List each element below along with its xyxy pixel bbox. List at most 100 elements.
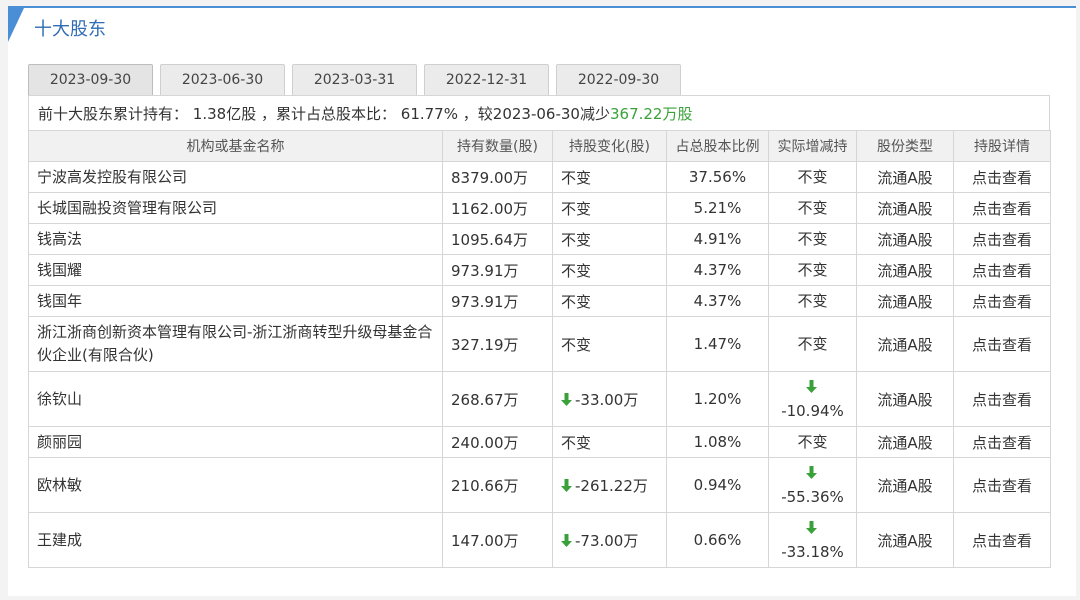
arrow-down-icon (561, 478, 572, 492)
tab-2023-09-30[interactable]: 2023-09-30 (28, 64, 153, 96)
detail-link[interactable]: 点击查看 (953, 457, 1051, 513)
header-detail: 持股详情 (953, 130, 1051, 162)
detail-link[interactable]: 点击查看 (953, 512, 1051, 568)
holding-change-value: -33.00万 (575, 390, 639, 409)
holdings-summary: 前十大股东累计持有： 1.38亿股 ，累计占总股本比： 61.77% ，较202… (28, 95, 1050, 131)
table-row: 长城国融投资管理有限公司 1162.00万 不变 5.21% 不变 流通A股 点击查看 (28, 192, 1051, 224)
real-change: 不变 (768, 285, 857, 317)
holding-change-value: 不变 (561, 199, 592, 218)
holding-ratio: 5.21% (666, 192, 769, 224)
real-change-value: 不变 (797, 261, 828, 279)
tab-2022-09-30[interactable]: 2022-09-30 (556, 64, 681, 95)
arrow-down-icon (805, 380, 817, 393)
holding-change: 不变 (552, 316, 667, 372)
holder-name: 王建成 (28, 512, 443, 568)
real-change-value: -55.36% (781, 488, 844, 506)
detail-link[interactable]: 点击查看 (953, 192, 1051, 224)
arrow-down-icon (805, 466, 817, 479)
table-row: 钱高法 1095.64万 不变 4.91% 不变 流通A股 点击查看 (28, 223, 1051, 255)
share-type: 流通A股 (856, 192, 954, 224)
tab-2023-03-31[interactable]: 2023-03-31 (292, 64, 417, 95)
holding-change-value: 不变 (561, 261, 592, 280)
real-change: -10.94% (768, 371, 857, 427)
holding-ratio: 1.47% (666, 316, 769, 372)
tab-2022-12-31[interactable]: 2022-12-31 (424, 64, 549, 95)
table-row: 钱国年 973.91万 不变 4.37% 不变 流通A股 点击查看 (28, 285, 1051, 317)
holding-change: 不变 (552, 192, 667, 224)
summary-compare-label: ，较 (462, 105, 493, 123)
holding-ratio: 0.66% (666, 512, 769, 568)
holding-amount: 327.19万 (442, 316, 553, 372)
summary-prefix: 前十大股东累计持有： (38, 105, 189, 123)
detail-link[interactable]: 点击查看 (953, 371, 1051, 427)
holding-change: 不变 (552, 161, 667, 193)
share-type: 流通A股 (856, 371, 954, 427)
detail-link[interactable]: 点击查看 (953, 254, 1051, 286)
header-change: 持股变化(股) (552, 130, 667, 162)
holders-table: 机构或基金名称 持有数量(股) 持股变化(股) 占总股本比例 实际增减持 股份类… (28, 130, 1051, 568)
holding-change: -33.00万 (552, 371, 667, 427)
holding-change-value: -261.22万 (575, 476, 648, 495)
real-change-value: 不变 (797, 292, 828, 310)
header-real-change: 实际增减持 (768, 130, 857, 162)
header-name: 机构或基金名称 (28, 130, 443, 162)
real-change-value: 不变 (797, 230, 828, 248)
holding-amount: 210.66万 (442, 457, 553, 513)
holding-ratio: 1.08% (666, 426, 769, 458)
share-type: 流通A股 (856, 426, 954, 458)
summary-ratio: 61.77% (400, 105, 458, 123)
holding-ratio: 0.94% (666, 457, 769, 513)
summary-direction: 减少 (579, 105, 610, 123)
holding-change-value: 不变 (561, 292, 592, 311)
table-row: 徐钦山 268.67万 -33.00万 1.20% -10.94% 流通A股 点击查看 (28, 371, 1051, 427)
holding-change-value: -73.00万 (575, 531, 639, 550)
detail-link[interactable]: 点击查看 (953, 161, 1051, 193)
share-type: 流通A股 (856, 161, 954, 193)
holding-ratio: 4.37% (666, 285, 769, 317)
table-row: 王建成 147.00万 -73.00万 0.66% -33.18% 流通A股 点击查看 (28, 512, 1051, 568)
table-row: 浙江浙商创新资本管理有限公司-浙江浙商转型升级母基金合伙企业(有限合伙) 327.… (28, 316, 1051, 372)
detail-link[interactable]: 点击查看 (953, 285, 1051, 317)
holder-name: 宁波高发控股有限公司 (28, 161, 443, 193)
share-type: 流通A股 (856, 223, 954, 255)
header-ratio: 占总股本比例 (666, 130, 769, 162)
holding-change: 不变 (552, 426, 667, 458)
arrow-down-icon (561, 533, 572, 547)
header-amount: 持有数量(股) (442, 130, 553, 162)
holder-name: 颜丽园 (28, 426, 443, 458)
holder-name: 钱高法 (28, 223, 443, 255)
holding-amount: 1095.64万 (442, 223, 553, 255)
table-row: 钱国耀 973.91万 不变 4.37% 不变 流通A股 点击查看 (28, 254, 1051, 286)
detail-link[interactable]: 点击查看 (953, 316, 1051, 372)
section-corner-marker (8, 8, 24, 42)
detail-link[interactable]: 点击查看 (953, 223, 1051, 255)
real-change-value: -10.94% (781, 402, 844, 420)
holder-name: 钱国耀 (28, 254, 443, 286)
holding-amount: 973.91万 (442, 254, 553, 286)
section-title: 十大股东 (34, 19, 106, 40)
holding-amount: 240.00万 (442, 426, 553, 458)
holding-amount: 973.91万 (442, 285, 553, 317)
arrow-down-icon (561, 392, 572, 406)
holding-ratio: 37.56% (666, 161, 769, 193)
tab-2023-06-30[interactable]: 2023-06-30 (160, 64, 285, 95)
real-change: 不变 (768, 223, 857, 255)
table-header-row: 机构或基金名称 持有数量(股) 持股变化(股) 占总股本比例 实际增减持 股份类… (28, 130, 1051, 162)
holding-change: -261.22万 (552, 457, 667, 513)
real-change: 不变 (768, 161, 857, 193)
detail-link[interactable]: 点击查看 (953, 426, 1051, 458)
holder-name: 长城国融投资管理有限公司 (28, 192, 443, 224)
holding-change-value: 不变 (561, 335, 592, 354)
top-holders-panel: 十大股东 2023-09-30 2023-06-30 2023-03-31 20… (8, 6, 1076, 596)
table-row: 欧林敏 210.66万 -261.22万 0.94% -55.36% 流通A股 点击查看 (28, 457, 1051, 513)
holding-change: 不变 (552, 223, 667, 255)
holding-change-value: 不变 (561, 230, 592, 249)
real-change-value: 不变 (797, 199, 828, 217)
real-change-value: 不变 (797, 168, 828, 186)
holder-name: 钱国年 (28, 285, 443, 317)
share-type: 流通A股 (856, 316, 954, 372)
holding-amount: 147.00万 (442, 512, 553, 568)
real-change: 不变 (768, 316, 857, 372)
arrow-down-icon (805, 521, 817, 534)
holding-amount: 1162.00万 (442, 192, 553, 224)
